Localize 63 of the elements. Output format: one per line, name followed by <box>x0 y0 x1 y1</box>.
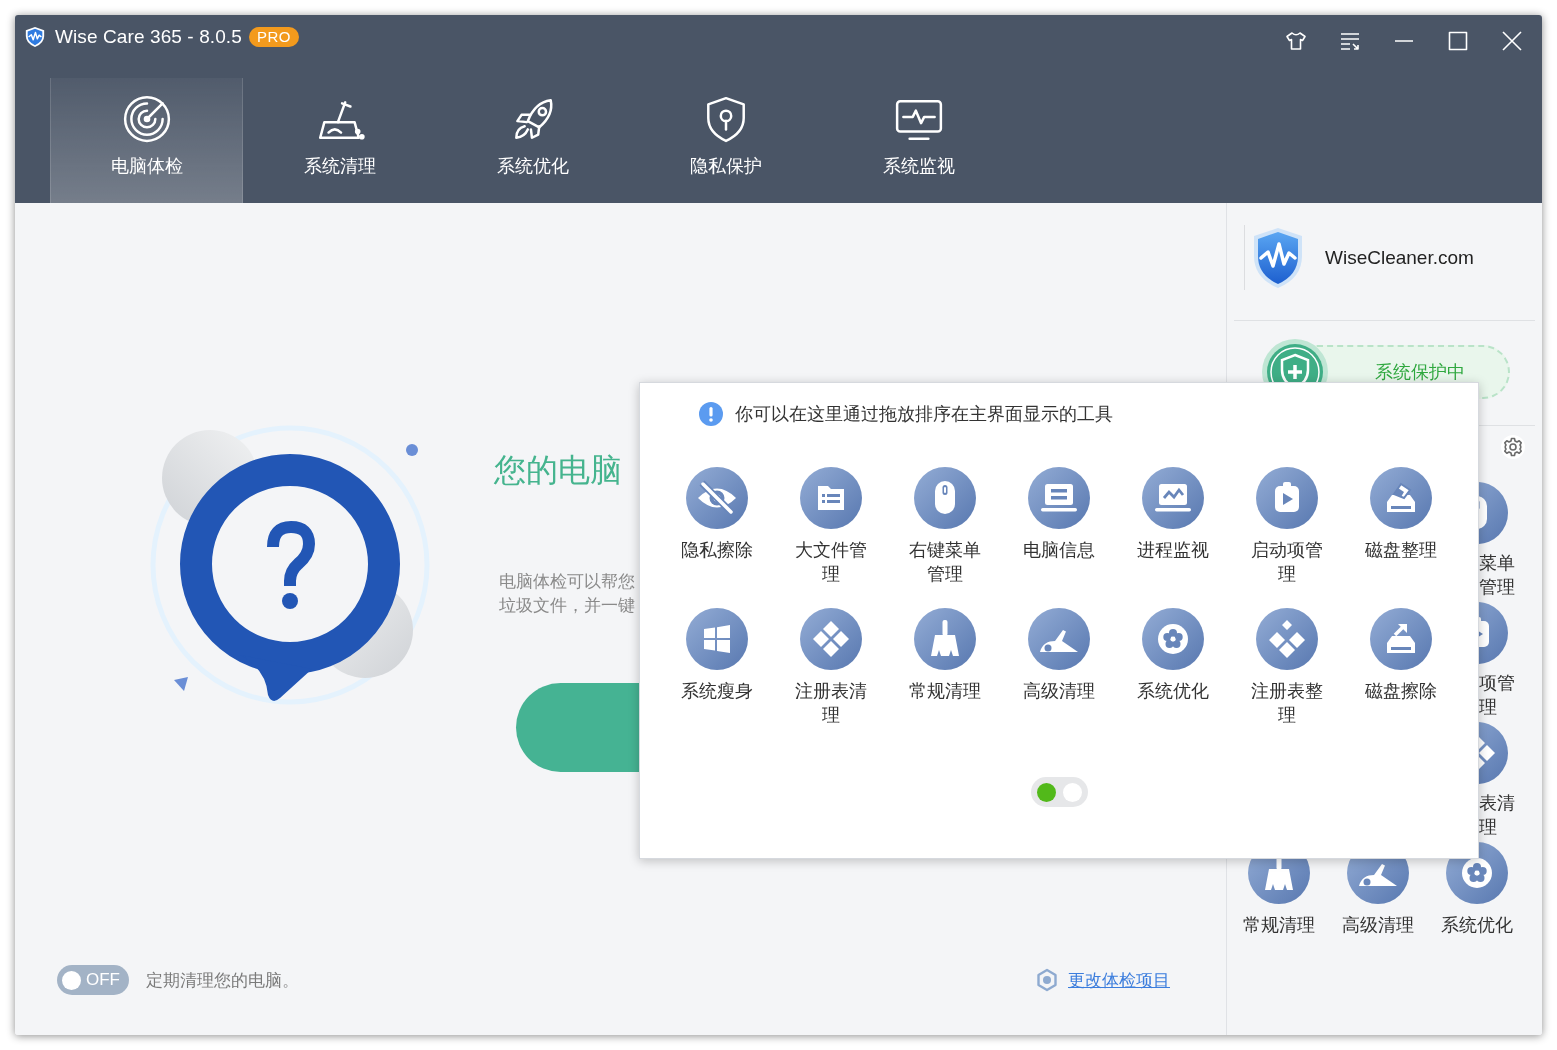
change-items-link[interactable]: 更改体检项目 <box>1068 968 1170 992</box>
file-list-icon[interactable] <box>800 467 862 529</box>
nav-tab[interactable]: 系统清理 <box>243 78 436 203</box>
tool-label: 表清 <box>1479 792 1515 815</box>
tool-label: 注册表整理 <box>1250 680 1324 727</box>
laptop-icon[interactable] <box>1028 467 1090 529</box>
diamonds-icon[interactable] <box>800 608 862 670</box>
vacuum-icon[interactable] <box>1028 608 1090 670</box>
flower-icon[interactable] <box>1142 608 1204 670</box>
nav-tab[interactable]: 电脑体检 <box>50 78 243 203</box>
close-icon[interactable] <box>1501 30 1523 52</box>
eye-slash-icon[interactable] <box>686 467 748 529</box>
tool-label: 管理 <box>1479 576 1515 599</box>
info-icon <box>699 402 723 426</box>
mouse-icon[interactable] <box>914 467 976 529</box>
tool-label: 系统优化 <box>1439 914 1514 937</box>
shirt-icon[interactable] <box>1285 30 1307 52</box>
tool-label: 磁盘整理 <box>1364 539 1438 562</box>
tool-label: 菜单 <box>1479 552 1515 575</box>
page-dot-icon[interactable] <box>1062 782 1082 802</box>
tool-label: 启动项管理 <box>1250 539 1324 586</box>
tool-label: 注册表清理 <box>794 680 868 727</box>
tool-label: 理 <box>1479 816 1497 839</box>
maximize-icon[interactable] <box>1447 30 1469 52</box>
tool-label: 右键菜单管理 <box>908 539 982 586</box>
page-dot-icon[interactable] <box>1036 782 1056 802</box>
description-line: 电脑体检可以帮您 <box>499 571 635 593</box>
tool-label: 隐私擦除 <box>680 539 754 562</box>
schedule-text: 定期清理您的电脑。 <box>146 969 299 992</box>
tool-label: 常规清理 <box>1241 914 1316 937</box>
tool-label: 常规清理 <box>908 680 982 703</box>
hint-text: 你可以在这里通过拖放排序在主界面显示的工具 <box>735 403 1113 426</box>
shield-logo-icon <box>24 26 46 48</box>
four-squares-icon[interactable] <box>686 608 748 670</box>
radar-icon <box>121 94 172 144</box>
tool-label: 高级清理 <box>1022 680 1096 703</box>
tool-label: 磁盘擦除 <box>1364 680 1438 703</box>
tool-label: 大文件管理 <box>794 539 868 586</box>
description-line: 垃圾文件，并一键 <box>499 595 635 617</box>
nav-tab[interactable]: 系统优化 <box>436 78 629 203</box>
tool-label: 电脑信息 <box>1022 539 1096 562</box>
nav-tab[interactable]: 系统监视 <box>822 78 1015 203</box>
scan-button[interactable] <box>516 683 639 772</box>
window-title: Wise Care 365 - 8.0.5 <box>55 26 242 48</box>
tool-label: 系统瘦身 <box>680 680 754 703</box>
tool-label: 高级清理 <box>1340 914 1415 937</box>
play-clipboard-icon[interactable] <box>1256 467 1318 529</box>
disk-eraser-icon[interactable] <box>1370 467 1432 529</box>
diamonds-icon[interactable] <box>1256 608 1318 670</box>
shield-logo-icon <box>1251 225 1305 290</box>
settings-icon[interactable] <box>1501 435 1525 459</box>
settings-icon[interactable] <box>1036 968 1058 992</box>
nav-tab[interactable]: 隐私保护 <box>629 78 822 203</box>
tool-label: 进程监视 <box>1136 539 1210 562</box>
laptop-chart-icon[interactable] <box>1142 467 1204 529</box>
site-name: WiseCleaner.com <box>1325 246 1474 269</box>
tool-label: 系统优化 <box>1136 680 1210 703</box>
tool-label: 理 <box>1479 696 1497 719</box>
broom-icon[interactable] <box>914 608 976 670</box>
health-heading: 您的电脑 <box>494 451 622 490</box>
tool-label: 项管 <box>1479 672 1515 695</box>
edition-badge: PRO <box>248 27 299 47</box>
menu-icon[interactable] <box>1339 30 1361 52</box>
